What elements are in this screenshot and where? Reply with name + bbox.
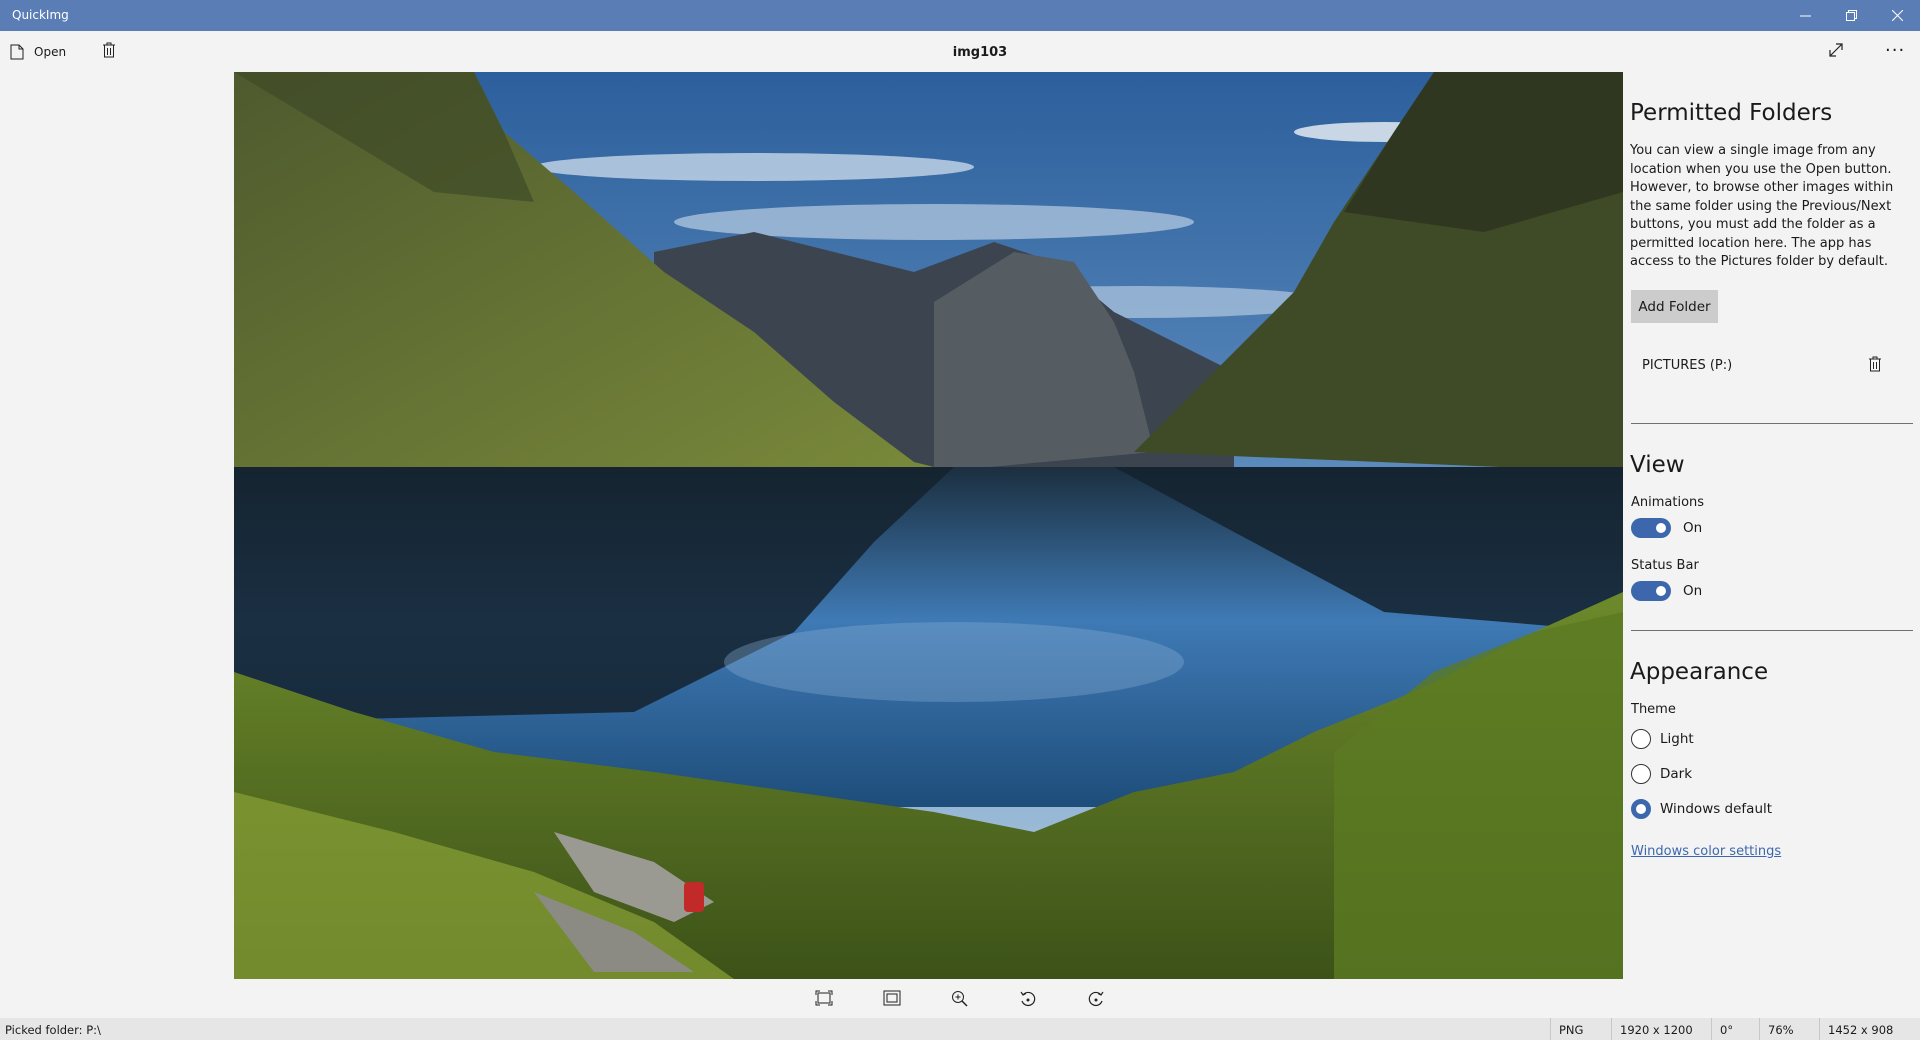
- restore-icon: [1845, 10, 1857, 21]
- fit-icon: [815, 990, 833, 1006]
- theme-windows-default-label[interactable]: Windows default: [1660, 801, 1772, 817]
- rotate-right-icon: [1088, 991, 1104, 1007]
- zoom-in-button[interactable]: [951, 990, 969, 1012]
- more-options-button[interactable]: ···: [1885, 40, 1905, 61]
- status-bar-label: Status Bar: [1631, 558, 1699, 573]
- file-icon: [10, 44, 24, 60]
- picked-folder-status: Picked folder: P:\: [5, 1023, 101, 1037]
- animations-state: On: [1683, 520, 1703, 536]
- image-controls: [0, 979, 1920, 1018]
- permitted-folders-description: You can view a single image from any loc…: [1630, 143, 1894, 269]
- delete-button[interactable]: [102, 42, 116, 62]
- app-title: QuickImg: [12, 8, 69, 22]
- windows-color-settings-link[interactable]: Windows color settings: [1631, 844, 1781, 859]
- fit-to-window-button[interactable]: [815, 990, 833, 1010]
- original-size-status: 1920 x 1200: [1611, 1018, 1693, 1040]
- zoom-in-icon: [952, 991, 968, 1007]
- animations-toggle[interactable]: [1631, 518, 1671, 538]
- theme-light-radio[interactable]: [1631, 729, 1651, 749]
- actual-size-icon: [883, 990, 901, 1006]
- display-size-status: 1452 x 908: [1819, 1018, 1893, 1040]
- minimize-icon: [1799, 15, 1811, 17]
- image-title: img103: [952, 45, 1008, 60]
- expand-icon: [1829, 43, 1843, 57]
- rotate-right-button[interactable]: [1087, 990, 1105, 1012]
- rotation-status: 0°: [1711, 1018, 1733, 1040]
- animations-label: Animations: [1631, 495, 1705, 510]
- status-bar-toggle[interactable]: [1631, 581, 1671, 601]
- close-icon: [1891, 10, 1903, 21]
- open-label: Open: [34, 45, 67, 59]
- rotate-left-icon: [1020, 991, 1036, 1007]
- status-bar: Picked folder: P:\ PNG 1920 x 1200 0° 76…: [0, 1018, 1920, 1040]
- actual-size-button[interactable]: [883, 990, 901, 1010]
- status-bar-state: On: [1683, 583, 1703, 599]
- theme-windows-default-radio[interactable]: [1631, 799, 1651, 819]
- fullscreen-button[interactable]: [1828, 42, 1844, 62]
- folder-item[interactable]: PICTURES (P:): [1642, 358, 1732, 373]
- permitted-folders-title: Permitted Folders: [1630, 100, 1833, 126]
- view-title: View: [1630, 452, 1685, 478]
- section-divider: [1631, 423, 1913, 424]
- image-viewer[interactable]: [234, 72, 1623, 979]
- close-button[interactable]: [1874, 0, 1920, 31]
- appearance-title: Appearance: [1630, 659, 1769, 685]
- settings-pane: Permitted Folders You can view a single …: [1623, 72, 1920, 1018]
- toolbar: Open img103 ···: [0, 31, 1920, 71]
- theme-dark-label[interactable]: Dark: [1660, 766, 1692, 782]
- theme-dark-radio[interactable]: [1631, 764, 1651, 784]
- landscape-image: [234, 72, 1623, 979]
- restore-button[interactable]: [1828, 0, 1874, 31]
- title-bar: QuickImg: [0, 0, 1920, 31]
- trash-icon: [103, 42, 115, 58]
- theme-label: Theme: [1631, 702, 1676, 717]
- add-folder-button[interactable]: Add Folder: [1631, 290, 1718, 323]
- minimize-button[interactable]: [1782, 0, 1828, 31]
- section-divider: [1631, 630, 1913, 631]
- trash-icon: [1869, 356, 1881, 372]
- remove-folder-button[interactable]: [1868, 356, 1882, 376]
- theme-light-label[interactable]: Light: [1660, 731, 1694, 747]
- rotate-left-button[interactable]: [1019, 990, 1037, 1012]
- zoom-status: 76%: [1759, 1018, 1794, 1040]
- open-button[interactable]: Open: [10, 41, 66, 63]
- format-status: PNG: [1550, 1018, 1583, 1040]
